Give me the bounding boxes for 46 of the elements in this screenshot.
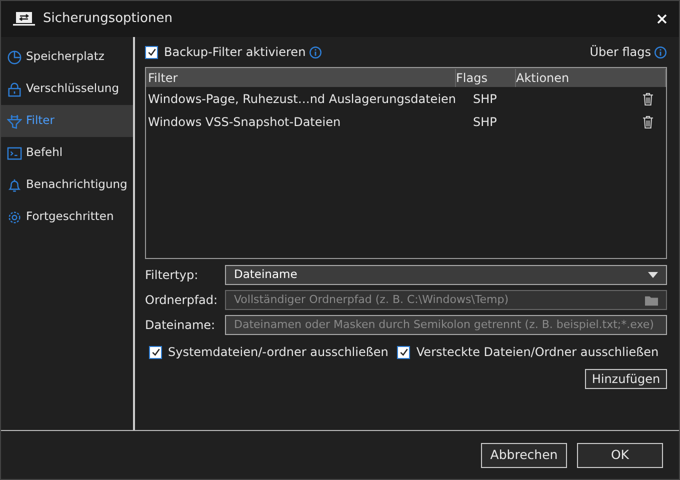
laptop-icon [13,11,35,27]
dropdown-arrow-icon [648,272,658,278]
column-header: Aktionen [516,68,666,86]
dialog-button[interactable]: OK [577,442,663,468]
checkbox[interactable] [145,46,158,58]
checkbox-label: Systemdateien/-ordner ausschließen [168,344,388,361]
info-icon [308,46,322,58]
column-header: Filter [146,68,456,86]
sidebar-item[interactable]: Benachrichtigung [1,169,133,201]
lock-icon [7,82,22,96]
field-label: Filtertyp: [145,267,200,284]
trash-icon[interactable] [642,92,654,106]
field-label: Dateiname: [145,317,216,334]
table-cell-text: SHP [472,90,498,108]
checkbox-label: Backup-Filter aktivieren [164,44,306,61]
filter-icon [7,114,22,128]
bell-icon [7,178,22,192]
add-button[interactable]: Hinzufügen [585,369,667,389]
checkbox[interactable] [149,346,162,358]
table-cell-text: Windows VSS-Snapshot-Dateien [147,114,342,130]
sidebar-item[interactable]: Befehl [1,137,133,169]
dialog-button[interactable]: Abbrechen [481,442,567,468]
about-flags-link[interactable]: Über flags [590,43,651,61]
sidebar-item[interactable]: Filter [1,105,133,137]
sidebar-item[interactable]: Speicherplatz [1,41,133,73]
column-header: Flags [456,68,516,86]
sidebar-item[interactable]: Verschlüsselung [1,73,133,105]
field-label: Ordnerpfad: [145,292,219,309]
pie-chart-icon [7,50,22,64]
check-icon [398,347,409,357]
terminal-icon [7,146,22,160]
input-field[interactable]: Dateinamen oder Masken durch Semikolon getrennt (z. B. beispiel.txt;*.exe) [225,315,667,335]
gear-icon [7,210,22,224]
close-icon[interactable] [657,14,667,24]
check-icon [150,347,160,357]
checkbox[interactable] [397,346,410,358]
checkbox-label: Versteckte Dateien/Ordner ausschließen [416,344,659,361]
dropdown[interactable]: Dateiname [225,265,667,285]
table-cell-text: Windows-Page, Ruhezust…nd Auslagerungsdateien [147,90,456,108]
trash-icon[interactable] [642,114,654,128]
sidebar-item[interactable]: Fortgeschritten [1,201,133,233]
folder-icon [645,294,658,306]
window-title: Sicherungsoptionen [43,10,174,28]
table-cell-text: SHP [472,114,498,130]
check-icon [146,47,156,57]
info-icon [654,46,667,58]
